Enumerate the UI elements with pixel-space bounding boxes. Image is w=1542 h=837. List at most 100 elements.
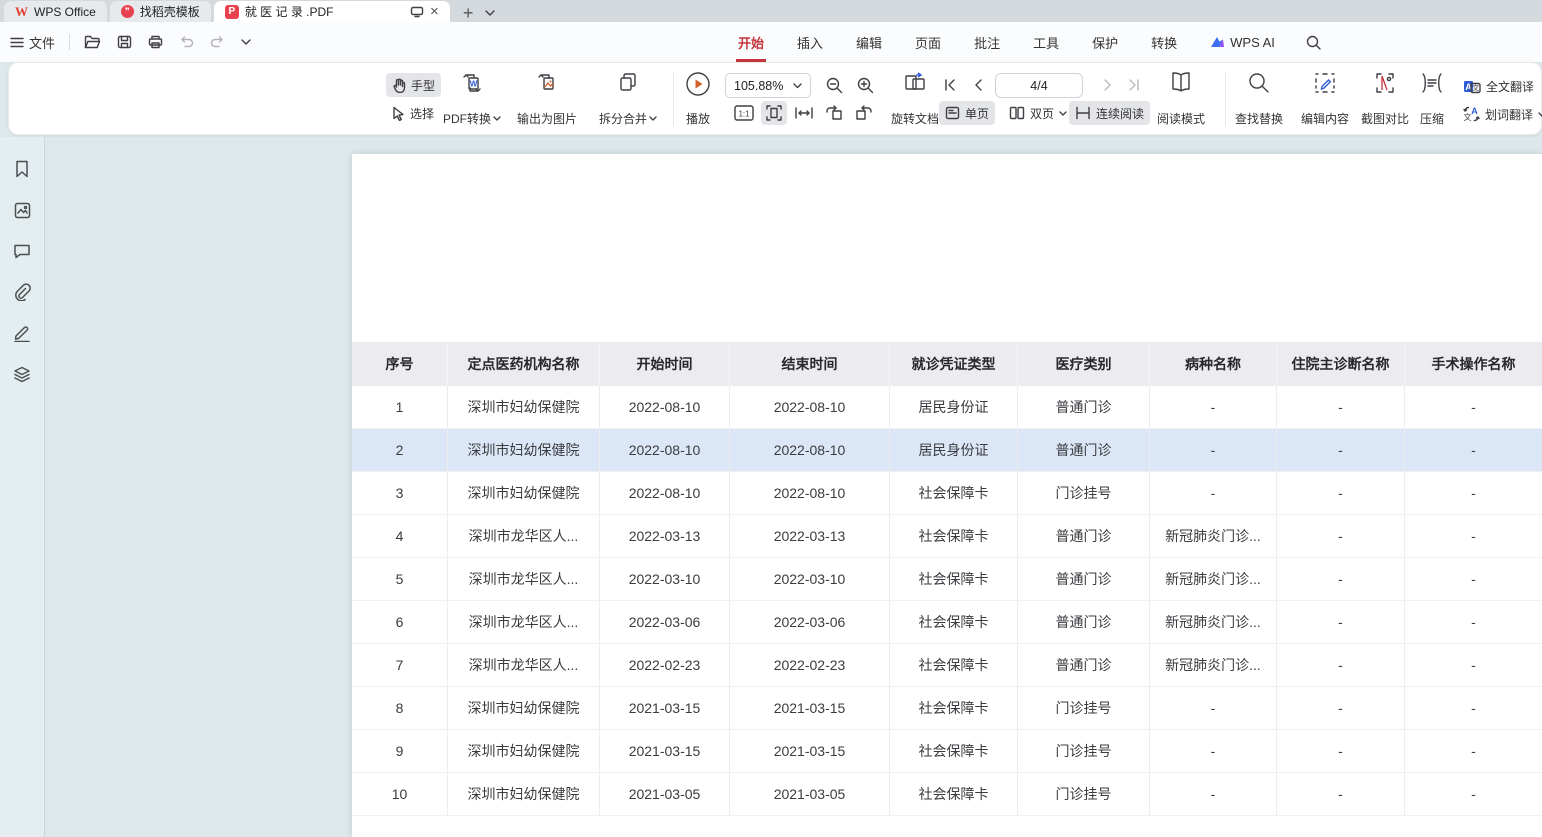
tab-docer-templates[interactable]: ❞ 找稻壳模板: [110, 1, 211, 22]
comment-icon[interactable]: [12, 241, 32, 261]
rotate-left-button[interactable]: [821, 101, 847, 125]
cell-institution: 深圳市妇幼保健院: [448, 687, 600, 729]
bookmark-icon[interactable]: [12, 159, 32, 179]
layers-icon[interactable]: [12, 364, 32, 384]
cell-credential-type: 社会保障卡: [890, 601, 1018, 643]
menu-item-wps-ai[interactable]: WPS AI: [1208, 31, 1277, 54]
file-menu-label: 文件: [29, 33, 55, 52]
full-translate-button[interactable]: A文 全文翻译: [1457, 74, 1540, 98]
fit-page-button[interactable]: [761, 101, 787, 125]
search-icon[interactable]: [1306, 35, 1321, 50]
last-page-button[interactable]: [1121, 73, 1147, 97]
continuous-read-button[interactable]: 连续阅读: [1069, 101, 1150, 125]
menu-item-convert[interactable]: 转换: [1149, 29, 1179, 56]
cell-start-date: 2021-03-05: [600, 773, 730, 815]
cell-medical-category: 普通门诊: [1018, 515, 1150, 557]
table-row: 6 深圳市龙华区人... 2022-03-06 2022-03-06 社会保障卡…: [352, 601, 1542, 644]
compress-label: 压缩: [1420, 110, 1444, 127]
rotate-document-button[interactable]: 旋转文档: [891, 71, 939, 127]
menu-item-insert[interactable]: 插入: [795, 29, 825, 56]
open-file-icon[interactable]: [84, 35, 101, 49]
cell-institution: 深圳市龙华区人...: [448, 601, 600, 643]
save-icon[interactable]: [117, 35, 132, 49]
cell-disease-name: 新冠肺炎门诊...: [1150, 515, 1277, 557]
navigation-sidebar: [0, 137, 45, 837]
table-header: 结束时间: [730, 342, 890, 386]
signature-pen-icon[interactable]: [12, 323, 32, 343]
monitor-icon[interactable]: [410, 6, 424, 18]
table-row: 9 深圳市妇幼保健院 2021-03-15 2021-03-15 社会保障卡 门…: [352, 730, 1542, 773]
page-indicator-input[interactable]: [995, 73, 1083, 98]
word-translate-label: 划词翻译: [1485, 106, 1533, 123]
cell-institution: 深圳市龙华区人...: [448, 515, 600, 557]
double-page-label: 双页: [1030, 105, 1054, 122]
find-replace-button[interactable]: 查找替换: [1235, 71, 1283, 127]
divider: [1225, 73, 1226, 126]
export-image-button[interactable]: 输出为图片: [517, 71, 577, 127]
file-menu-button[interactable]: 文件: [10, 33, 55, 52]
tab-wps-office[interactable]: W WPS Office: [4, 1, 107, 22]
first-page-button[interactable]: [937, 73, 963, 97]
rotate-right-icon: [855, 105, 873, 121]
next-page-button[interactable]: [1095, 73, 1121, 97]
redo-icon[interactable]: [210, 36, 225, 48]
menu-item-comment[interactable]: 批注: [972, 29, 1002, 56]
table-header: 就诊凭证类型: [890, 342, 1018, 386]
cell-medical-category: 普通门诊: [1018, 429, 1150, 471]
table-header: 开始时间: [600, 342, 730, 386]
edit-content-label: 编辑内容: [1301, 110, 1349, 127]
select-tool-button[interactable]: 选择: [386, 101, 440, 125]
thumbnail-icon[interactable]: [12, 200, 32, 220]
cell-institution: 深圳市妇幼保健院: [448, 429, 600, 471]
export-image-icon: [535, 71, 559, 95]
rotate-right-button[interactable]: [851, 101, 877, 125]
cell-seq: 9: [352, 730, 448, 772]
word-translate-button[interactable]: A文 划词翻译: [1457, 102, 1542, 126]
undo-icon[interactable]: [179, 36, 194, 48]
cell-medical-category: 普通门诊: [1018, 386, 1150, 428]
actual-size-button[interactable]: 1:1: [731, 101, 757, 125]
pdf-convert-button[interactable]: W PDF转换: [443, 71, 501, 127]
menu-item-home[interactable]: 开始: [736, 29, 766, 56]
prev-page-button[interactable]: [965, 73, 991, 97]
read-mode-button[interactable]: 阅读模式: [1157, 71, 1205, 127]
screenshot-compare-button[interactable]: 截图对比: [1361, 71, 1409, 127]
full-translate-icon: A文: [1463, 79, 1481, 94]
table-row: 10 深圳市妇幼保健院 2021-03-05 2021-03-05 社会保障卡 …: [352, 773, 1542, 816]
hand-tool-button[interactable]: 手型: [386, 73, 441, 97]
zoom-level-dropdown[interactable]: 105.88%: [725, 73, 811, 98]
fit-width-button[interactable]: [791, 101, 817, 125]
cell-end-date: 2022-03-06: [730, 601, 890, 643]
menu-item-protect[interactable]: 保护: [1090, 29, 1120, 56]
edit-content-button[interactable]: 编辑内容: [1301, 71, 1349, 127]
cell-disease-name: 新冠肺炎门诊...: [1150, 644, 1277, 686]
zoom-in-button[interactable]: [852, 73, 878, 97]
menu-item-page[interactable]: 页面: [913, 29, 943, 56]
quickbar-chevron-icon[interactable]: [241, 39, 251, 45]
cell-diagnosis-name: -: [1277, 730, 1405, 772]
menu-item-tools[interactable]: 工具: [1031, 29, 1061, 56]
menu-item-edit[interactable]: 编辑: [854, 29, 884, 56]
cell-operation-name: -: [1405, 386, 1542, 428]
pdf-page[interactable]: 序号 定点医药机构名称 开始时间 结束时间 就诊凭证类型 医疗类别 病种名称 住…: [352, 154, 1542, 837]
compress-button[interactable]: 压缩: [1419, 71, 1445, 127]
cell-credential-type: 居民身份证: [890, 386, 1018, 428]
fit-width-icon: [795, 105, 813, 121]
find-replace-icon: [1247, 71, 1271, 95]
zoom-out-button[interactable]: [821, 73, 847, 97]
menu-bar: 文件 开始 插入 编辑 页面 批: [0, 22, 1542, 62]
split-merge-button[interactable]: 拆分合并: [599, 71, 657, 127]
tab-list-chevron-icon[interactable]: [485, 10, 495, 16]
double-page-button[interactable]: 双页: [1003, 101, 1073, 125]
tab-document-active[interactable]: P 就 医 记 录 .PDF ×: [214, 1, 450, 22]
cell-end-date: 2021-03-05: [730, 773, 890, 815]
select-tool-label: 选择: [410, 105, 434, 122]
play-button[interactable]: 播放: [685, 71, 711, 127]
close-tab-icon[interactable]: ×: [430, 4, 439, 19]
attachment-icon[interactable]: [12, 282, 32, 302]
read-mode-label: 阅读模式: [1157, 110, 1205, 127]
single-page-button[interactable]: 单页: [939, 101, 995, 125]
print-icon[interactable]: [148, 35, 163, 49]
fit-page-icon: [765, 105, 783, 121]
new-tab-icon[interactable]: +: [463, 4, 474, 22]
